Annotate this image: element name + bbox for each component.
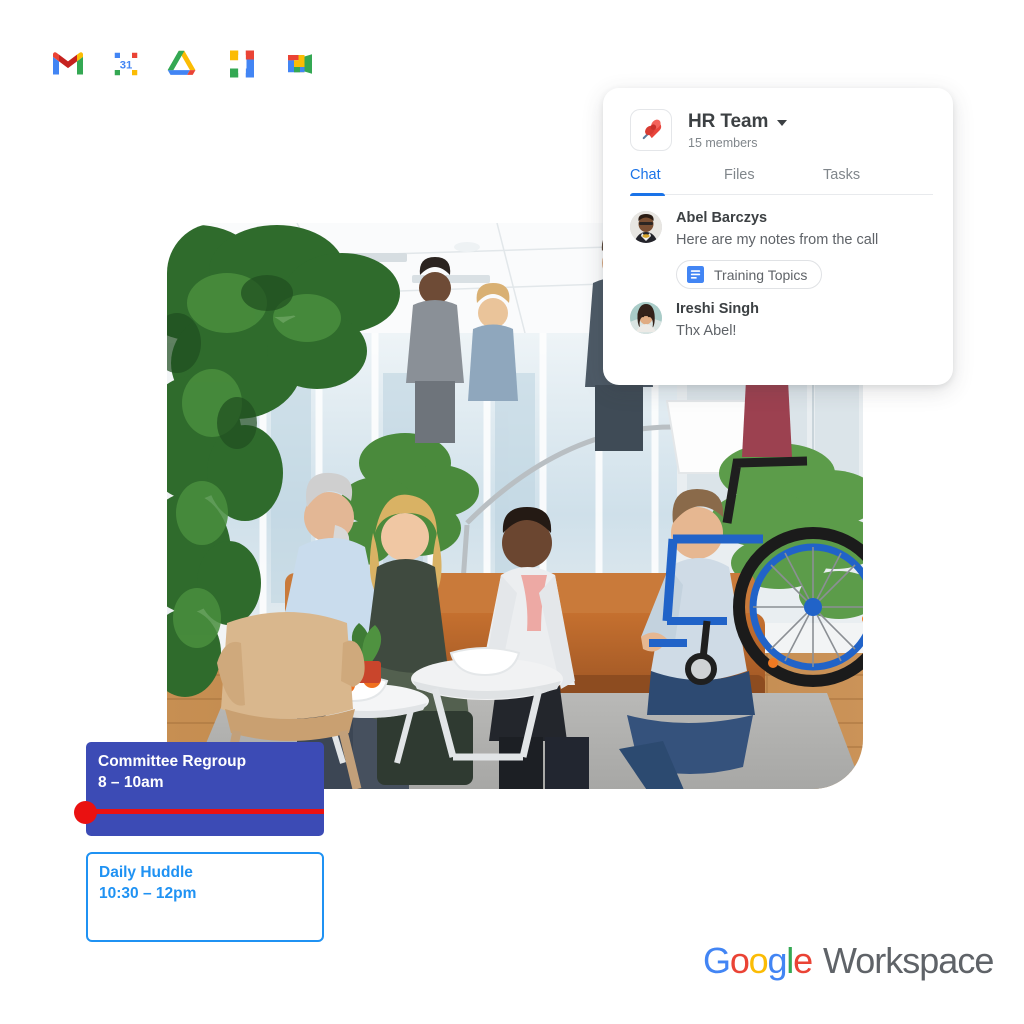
- room-avatar: [630, 109, 672, 151]
- event-time: 10:30 – 12pm: [99, 885, 197, 902]
- google-wordmark: Google: [703, 940, 813, 981]
- tab-chat[interactable]: Chat: [630, 167, 724, 196]
- chat-room-header: HR Team 15 members: [603, 88, 953, 151]
- pushpin-icon: [642, 119, 662, 140]
- gmail-icon[interactable]: [50, 46, 86, 82]
- event-time: 8 – 10am: [98, 774, 164, 791]
- chat-message: Ireshi Singh Thx Abel!: [630, 300, 953, 342]
- chat-message-list: Abel Barczys Here are my notes from the …: [603, 195, 953, 342]
- event-title: Committee Regroup: [98, 753, 247, 770]
- calendar-event-daily-huddle[interactable]: Daily Huddle 10:30 – 12pm: [86, 852, 324, 942]
- attachment-chip[interactable]: Training Topics: [676, 260, 823, 289]
- chat-room-panel: HR Team 15 members Chat Files Tasks Abel…: [603, 88, 953, 385]
- message-body: Abel Barczys Here are my notes from the …: [676, 209, 878, 289]
- workspace-wordmark: Workspace: [822, 940, 994, 981]
- room-member-count: 15 members: [688, 135, 758, 150]
- promo-canvas: 31 HR Team 15 members Chat Files Tasks A…: [0, 0, 1024, 1024]
- tab-tasks[interactable]: Tasks: [823, 167, 860, 194]
- google-drive-icon[interactable]: [166, 46, 202, 82]
- avatar: [630, 302, 662, 334]
- message-author: Abel Barczys: [676, 210, 768, 226]
- room-title: HR Team: [688, 110, 769, 132]
- google-calendar-icon[interactable]: 31: [108, 46, 144, 82]
- logo-letter-o2: o: [748, 940, 769, 981]
- message-text: Thx Abel!: [676, 323, 737, 339]
- attachment-label: Training Topics: [714, 266, 808, 283]
- calendar-day-number: 31: [120, 60, 133, 72]
- google-workspace-logo: Google Workspace: [703, 940, 994, 982]
- avatar: [630, 211, 662, 243]
- logo-letter-e: e: [793, 940, 813, 981]
- message-author: Ireshi Singh: [676, 301, 759, 317]
- event-title: Daily Huddle: [99, 864, 193, 881]
- tab-files[interactable]: Files: [724, 167, 823, 194]
- google-meet-icon[interactable]: [282, 46, 318, 82]
- room-meta: HR Team 15 members: [688, 110, 788, 150]
- google-docs-app-icon[interactable]: [224, 46, 260, 82]
- logo-letter-g2: g: [767, 940, 787, 981]
- chevron-down-icon[interactable]: [777, 120, 788, 126]
- room-title-row[interactable]: HR Team: [688, 110, 788, 133]
- message-body: Ireshi Singh Thx Abel!: [676, 300, 759, 342]
- chat-message: Abel Barczys Here are my notes from the …: [630, 209, 953, 289]
- calendar-event-committee-regroup[interactable]: Committee Regroup 8 – 10am: [86, 742, 324, 836]
- message-text: Here are my notes from the call: [676, 232, 879, 248]
- logo-letter-o1: o: [729, 940, 750, 981]
- google-docs-icon: [687, 266, 704, 283]
- logo-letter-g1: G: [703, 940, 731, 981]
- google-apps-bar: 31: [50, 46, 318, 82]
- chat-tab-bar: Chat Files Tasks: [630, 167, 933, 196]
